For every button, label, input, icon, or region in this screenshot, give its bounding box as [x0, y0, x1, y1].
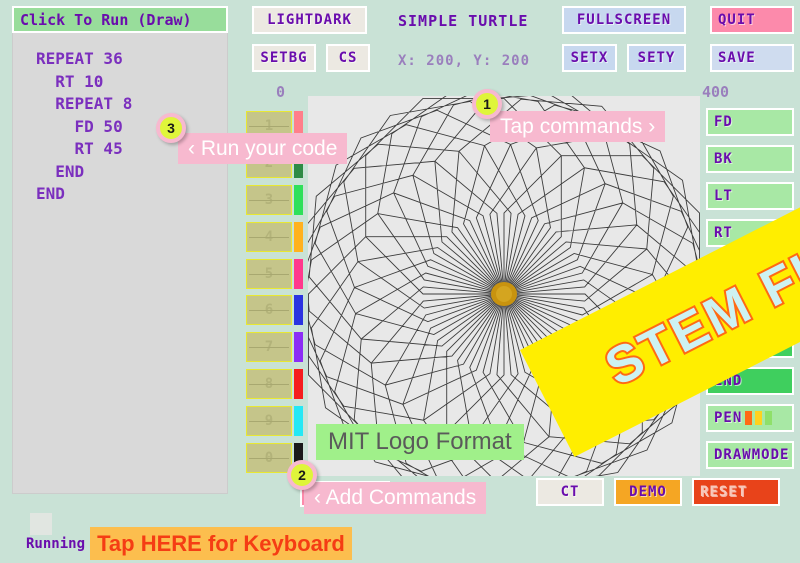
- setx-button[interactable]: SETX: [562, 44, 617, 72]
- pen-color-swatch[interactable]: [755, 411, 763, 425]
- palette-row: 4: [246, 218, 308, 255]
- sety-button[interactable]: SETY: [627, 44, 686, 72]
- run-code-header-button[interactable]: Click To Run (Draw): [12, 6, 228, 33]
- palette-row: 3: [246, 182, 308, 219]
- palette-color-swatch[interactable]: [294, 405, 303, 436]
- palette-color-swatch[interactable]: [294, 221, 303, 252]
- quit-button[interactable]: QUIT: [710, 6, 794, 34]
- turtle-drawing: [308, 96, 700, 476]
- pen-color-swatch[interactable]: [745, 411, 753, 425]
- status-color-swatch: [30, 513, 52, 535]
- app-title: SIMPLE TURTLE: [398, 12, 529, 30]
- mit-logo-format-label: MIT Logo Format: [316, 424, 524, 460]
- setbg-button[interactable]: SETBG: [252, 44, 316, 72]
- keyboard-banner-button[interactable]: Tap HERE for Keyboard: [90, 527, 352, 560]
- command-button-column: FD BK LT RT PEN D PEN U REPEAT END PEN DRAWMODE: [706, 108, 798, 478]
- pen-color-swatch[interactable]: [765, 411, 773, 425]
- command-button-pen[interactable]: PEN: [706, 404, 794, 432]
- command-button-pen-u[interactable]: PEN U: [706, 293, 794, 321]
- turtle-coordinates: X: 200, Y: 200: [398, 53, 531, 69]
- palette-color-swatch[interactable]: [294, 258, 303, 289]
- step-badge-3[interactable]: 3: [156, 113, 186, 143]
- command-button-bk[interactable]: BK: [706, 145, 794, 173]
- step-badge-1[interactable]: 1: [472, 89, 502, 119]
- palette-row: 7: [246, 329, 308, 366]
- turtle-app-window: Click To Run (Draw) REPEAT 36 RT 10 REPE…: [0, 0, 800, 563]
- demo-button[interactable]: DEMO: [614, 478, 682, 506]
- palette-color-swatch[interactable]: [294, 332, 303, 363]
- palette-key-button[interactable]: 7: [246, 332, 292, 363]
- command-button-repeat[interactable]: REPEAT: [706, 330, 794, 358]
- callout-add-commands[interactable]: ‹ Add Commands: [304, 482, 487, 514]
- palette-color-swatch[interactable]: [294, 295, 303, 326]
- ruler-max-label: 400: [702, 83, 730, 101]
- cs-button[interactable]: CS: [326, 44, 370, 72]
- reset-button[interactable]: RESET: [692, 478, 780, 506]
- palette-row: 6: [246, 292, 308, 329]
- command-button-lt[interactable]: LT: [706, 182, 794, 210]
- palette-color-swatch[interactable]: [294, 368, 303, 399]
- callout-run-your-code[interactable]: ‹ Run your code: [178, 133, 348, 164]
- palette-row: 9: [246, 402, 308, 439]
- palette-key-button[interactable]: 5: [246, 258, 292, 289]
- step-badge-2[interactable]: 2: [287, 460, 317, 490]
- palette-row: 5: [246, 255, 308, 292]
- drawing-canvas[interactable]: [308, 96, 700, 476]
- code-editor-text[interactable]: REPEAT 36 RT 10 REPEAT 8 FD 50 RT 45 END…: [12, 40, 228, 206]
- palette-key-button[interactable]: 6: [246, 295, 292, 326]
- palette-key-button[interactable]: 3: [246, 184, 292, 215]
- fullscreen-button[interactable]: FULLSCREEN: [562, 6, 686, 34]
- palette-color-swatch[interactable]: [294, 184, 303, 215]
- command-button-fd[interactable]: FD: [706, 108, 794, 136]
- callout-tap-commands[interactable]: Tap commands ›: [490, 111, 666, 142]
- run-code-header-label: Click To Run (Draw): [20, 10, 192, 29]
- command-button-rt[interactable]: RT: [706, 219, 794, 247]
- palette-key-button[interactable]: 9: [246, 405, 292, 436]
- command-button-pen-d[interactable]: PEN D: [706, 256, 794, 284]
- palette-row: 8: [246, 366, 308, 403]
- command-button-end[interactable]: END: [706, 367, 794, 395]
- ruler-min-label: 0: [276, 83, 286, 101]
- ct-button[interactable]: CT: [536, 478, 604, 506]
- save-button[interactable]: SAVE: [710, 44, 794, 72]
- lightdark-button[interactable]: LIGHTDARK: [252, 6, 367, 34]
- palette-key-button[interactable]: 8: [246, 368, 292, 399]
- palette-key-button[interactable]: 0: [246, 442, 292, 473]
- palette-key-button[interactable]: 4: [246, 221, 292, 252]
- command-button-drawmode[interactable]: DRAWMODE: [706, 441, 794, 469]
